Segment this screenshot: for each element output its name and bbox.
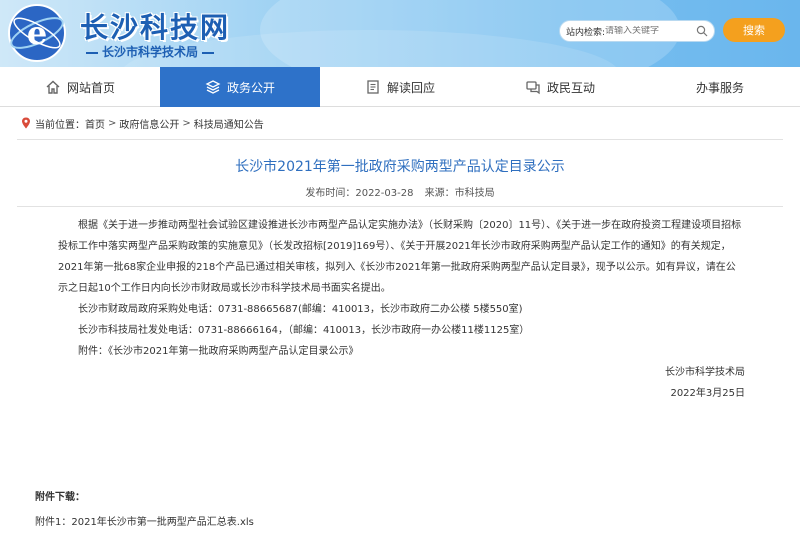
breadcrumb-item-notices[interactable]: 科技局通知公告: [194, 116, 264, 131]
article-title: 长沙市2021年第一批政府采购两型产品认定目录公示: [235, 159, 565, 175]
nav-label: 政民互动: [546, 80, 595, 95]
subtitle-dash: [202, 51, 215, 54]
breadcrumb-item-gov-info[interactable]: 政府信息公开: [119, 116, 179, 131]
attachments-section: 附件下载： 附件1：2021年长沙市第一批两型产品汇总表.xls: [35, 488, 254, 528]
nav-label: 解读回应: [386, 80, 435, 95]
nav-label: 政务公开: [226, 80, 275, 95]
contact-science: 长沙市科技局社发处电话：0731-88666164，（邮编：410013，长沙市…: [78, 325, 530, 336]
article-paragraph: 根据《关于进一步推动两型社会试验区建设推进长沙市两型产品认定实施办法》（长财采购…: [58, 220, 742, 294]
layers-icon: [205, 80, 221, 94]
site-header: e 长沙科技网 长沙市科学技术局 站内检索: 搜索: [0, 0, 800, 67]
divider: [17, 206, 783, 207]
main-nav: 网站首页 政务公开 解读回应 政民互动 办事服务: [0, 67, 800, 107]
article-body: 根据《关于进一步推动两型社会试验区建设推进长沙市两型产品认定实施办法》（长财采购…: [58, 215, 745, 362]
search-label: 站内检索:: [566, 27, 606, 38]
contact-finance: 长沙市财政局政府采购处电话：0731-88665687(邮编：410013，长沙…: [78, 304, 523, 315]
site-subtitle-text: 长沙市科学技术局: [102, 45, 199, 59]
site-logo-icon[interactable]: e: [6, 2, 68, 64]
nav-item-services[interactable]: 办事服务: [640, 67, 800, 107]
nav-item-government-affairs[interactable]: 政务公开: [160, 67, 320, 107]
nav-label: 办事服务: [695, 80, 744, 95]
document-icon: [367, 80, 379, 94]
site-title[interactable]: 长沙科技网: [80, 6, 230, 46]
breadcrumb-separator: >: [182, 117, 191, 129]
search-input[interactable]: [605, 26, 688, 36]
breadcrumb-item-home[interactable]: 首页: [85, 116, 105, 131]
breadcrumb-separator: >: [108, 117, 117, 129]
signature: 长沙市科学技术局: [665, 367, 745, 378]
nav-item-home[interactable]: 网站首页: [0, 67, 160, 107]
article-source: 来源：市科技局: [424, 188, 495, 199]
publish-time: 发布时间：2022-03-28: [305, 188, 414, 199]
nav-item-interpretation[interactable]: 解读回应: [320, 67, 480, 107]
attachment-link[interactable]: 附件1：2021年长沙市第一批两型产品汇总表.xls: [35, 513, 254, 528]
attachment-note: 附件：《长沙市2021年第一批政府采购两型产品认定目录公示》: [78, 346, 359, 357]
svg-text:e: e: [27, 14, 47, 52]
breadcrumb-prefix: 当前位置：: [35, 119, 85, 131]
subtitle-dash: [86, 51, 98, 54]
chat-icon: [526, 81, 540, 95]
signature-date: 2022年3月25日: [670, 388, 745, 399]
nav-item-interaction[interactable]: 政民互动: [480, 67, 640, 107]
attachments-title: 附件下载：: [35, 492, 85, 503]
search-icon[interactable]: [696, 25, 708, 37]
article-meta: 发布时间：2022-03-28 来源：市科技局: [0, 184, 800, 199]
search-box: 站内检索:: [559, 20, 715, 42]
breadcrumb: 当前位置： 首页 > 政府信息公开 > 科技局通知公告: [17, 107, 783, 140]
site-subtitle: 长沙市科学技术局: [82, 43, 218, 60]
search-button[interactable]: 搜索: [723, 18, 785, 42]
nav-label: 网站首页: [66, 80, 115, 95]
location-pin-icon: [22, 117, 30, 129]
home-icon: [46, 80, 60, 94]
